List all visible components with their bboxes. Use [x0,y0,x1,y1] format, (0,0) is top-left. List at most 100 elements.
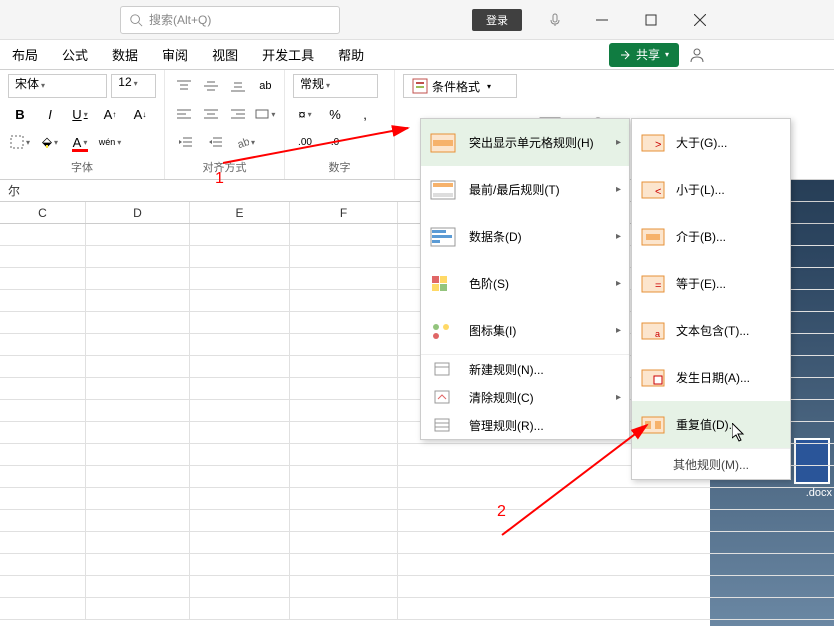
cell[interactable] [290,466,398,487]
menu-formula[interactable]: 公式 [50,40,100,69]
cell[interactable] [290,510,398,531]
cell[interactable] [0,334,86,355]
cell[interactable] [290,554,398,575]
decrease-decimal-button[interactable]: .0 [323,130,347,154]
cell[interactable] [190,246,290,267]
cell[interactable] [190,400,290,421]
font-color-button[interactable]: A [68,130,92,154]
submenu-between[interactable]: 介于(B)... [632,213,790,260]
menu-help[interactable]: 帮助 [326,40,376,69]
align-bottom-button[interactable] [228,74,249,98]
fill-color-button[interactable]: ⬙ [38,130,62,154]
orientation-button[interactable]: ab [233,130,257,154]
cell[interactable] [190,290,290,311]
cell[interactable] [0,378,86,399]
cell[interactable] [0,422,86,443]
align-middle-button[interactable] [200,74,221,98]
menu-devtools[interactable]: 开发工具 [250,40,326,69]
cell[interactable] [86,466,190,487]
italic-button[interactable]: I [38,102,62,126]
cell[interactable] [190,598,290,619]
submenu-duplicate[interactable]: 重复值(D)... [632,401,790,448]
cell[interactable] [86,312,190,333]
cell[interactable] [190,422,290,443]
cell[interactable] [86,356,190,377]
cell[interactable] [0,488,86,509]
cell[interactable] [0,290,86,311]
cell[interactable] [190,532,290,553]
minimize-button[interactable] [590,8,614,32]
cell[interactable] [0,554,86,575]
menu-new-rule[interactable]: 新建规则(N)... [421,355,629,383]
menu-layout[interactable]: 布局 [0,40,50,69]
font-size-select[interactable]: 12 [111,74,156,98]
cell[interactable] [190,488,290,509]
border-button[interactable] [8,130,32,154]
increase-decimal-button[interactable]: .00 [293,130,317,154]
cell[interactable] [0,400,86,421]
menu-icon-sets[interactable]: 图标集(I) ▸ [421,307,629,354]
cell[interactable] [86,510,190,531]
menu-view[interactable]: 视图 [200,40,250,69]
cell[interactable] [86,290,190,311]
col-header-d[interactable]: D [86,202,190,223]
cell[interactable] [190,224,290,245]
align-top-button[interactable] [173,74,194,98]
close-button[interactable] [688,8,712,32]
cell[interactable] [0,510,86,531]
cell[interactable] [290,532,398,553]
align-center-button[interactable] [200,102,221,126]
cell[interactable] [190,378,290,399]
cell[interactable] [0,312,86,333]
cell[interactable] [0,576,86,597]
maximize-button[interactable] [639,8,663,32]
cell[interactable] [0,246,86,267]
submenu-text-contains[interactable]: a 文本包含(T)... [632,307,790,354]
menu-review[interactable]: 审阅 [150,40,200,69]
cell[interactable] [290,268,398,289]
cell[interactable] [290,400,398,421]
cell[interactable] [190,312,290,333]
cell[interactable] [290,312,398,333]
cell[interactable] [190,268,290,289]
wrap-text-button[interactable]: ab [255,74,276,98]
cell[interactable] [0,356,86,377]
align-left-button[interactable] [173,102,194,126]
font-increase-button[interactable]: A↑ [98,102,122,126]
cell[interactable] [86,422,190,443]
cell[interactable] [290,356,398,377]
cell[interactable] [190,334,290,355]
comments-icon[interactable] [687,45,707,65]
menu-manage-rules[interactable]: 管理规则(R)... [421,411,629,439]
cell[interactable] [86,554,190,575]
align-right-button[interactable] [228,102,249,126]
font-name-select[interactable]: 宋体 [8,74,107,98]
cell[interactable] [290,422,398,443]
cell[interactable] [190,356,290,377]
indent-increase-button[interactable] [203,130,227,154]
submenu-other-rules[interactable]: 其他规则(M)... [632,449,790,479]
login-button[interactable]: 登录 [472,9,522,31]
cell[interactable] [290,488,398,509]
col-header-f[interactable]: F [290,202,398,223]
percent-button[interactable]: % [323,102,347,126]
menu-data[interactable]: 数据 [100,40,150,69]
cell[interactable] [86,598,190,619]
cell[interactable] [86,268,190,289]
cell[interactable] [86,444,190,465]
cell[interactable] [0,598,86,619]
cell[interactable] [190,510,290,531]
cell[interactable] [86,334,190,355]
cell[interactable] [0,466,86,487]
cell[interactable] [86,400,190,421]
menu-data-bars[interactable]: 数据条(D) ▸ [421,213,629,260]
cell[interactable] [0,444,86,465]
cell[interactable] [86,576,190,597]
comma-button[interactable]: , [353,102,377,126]
menu-highlight-cells[interactable]: 突出显示单元格规则(H) ▸ [421,119,629,166]
cell[interactable] [290,334,398,355]
cell[interactable] [86,488,190,509]
submenu-date[interactable]: 发生日期(A)... [632,354,790,401]
conditional-format-button[interactable]: 条件格式 ▾ [403,74,517,98]
menu-clear-rules[interactable]: 清除规则(C) ▸ [421,383,629,411]
